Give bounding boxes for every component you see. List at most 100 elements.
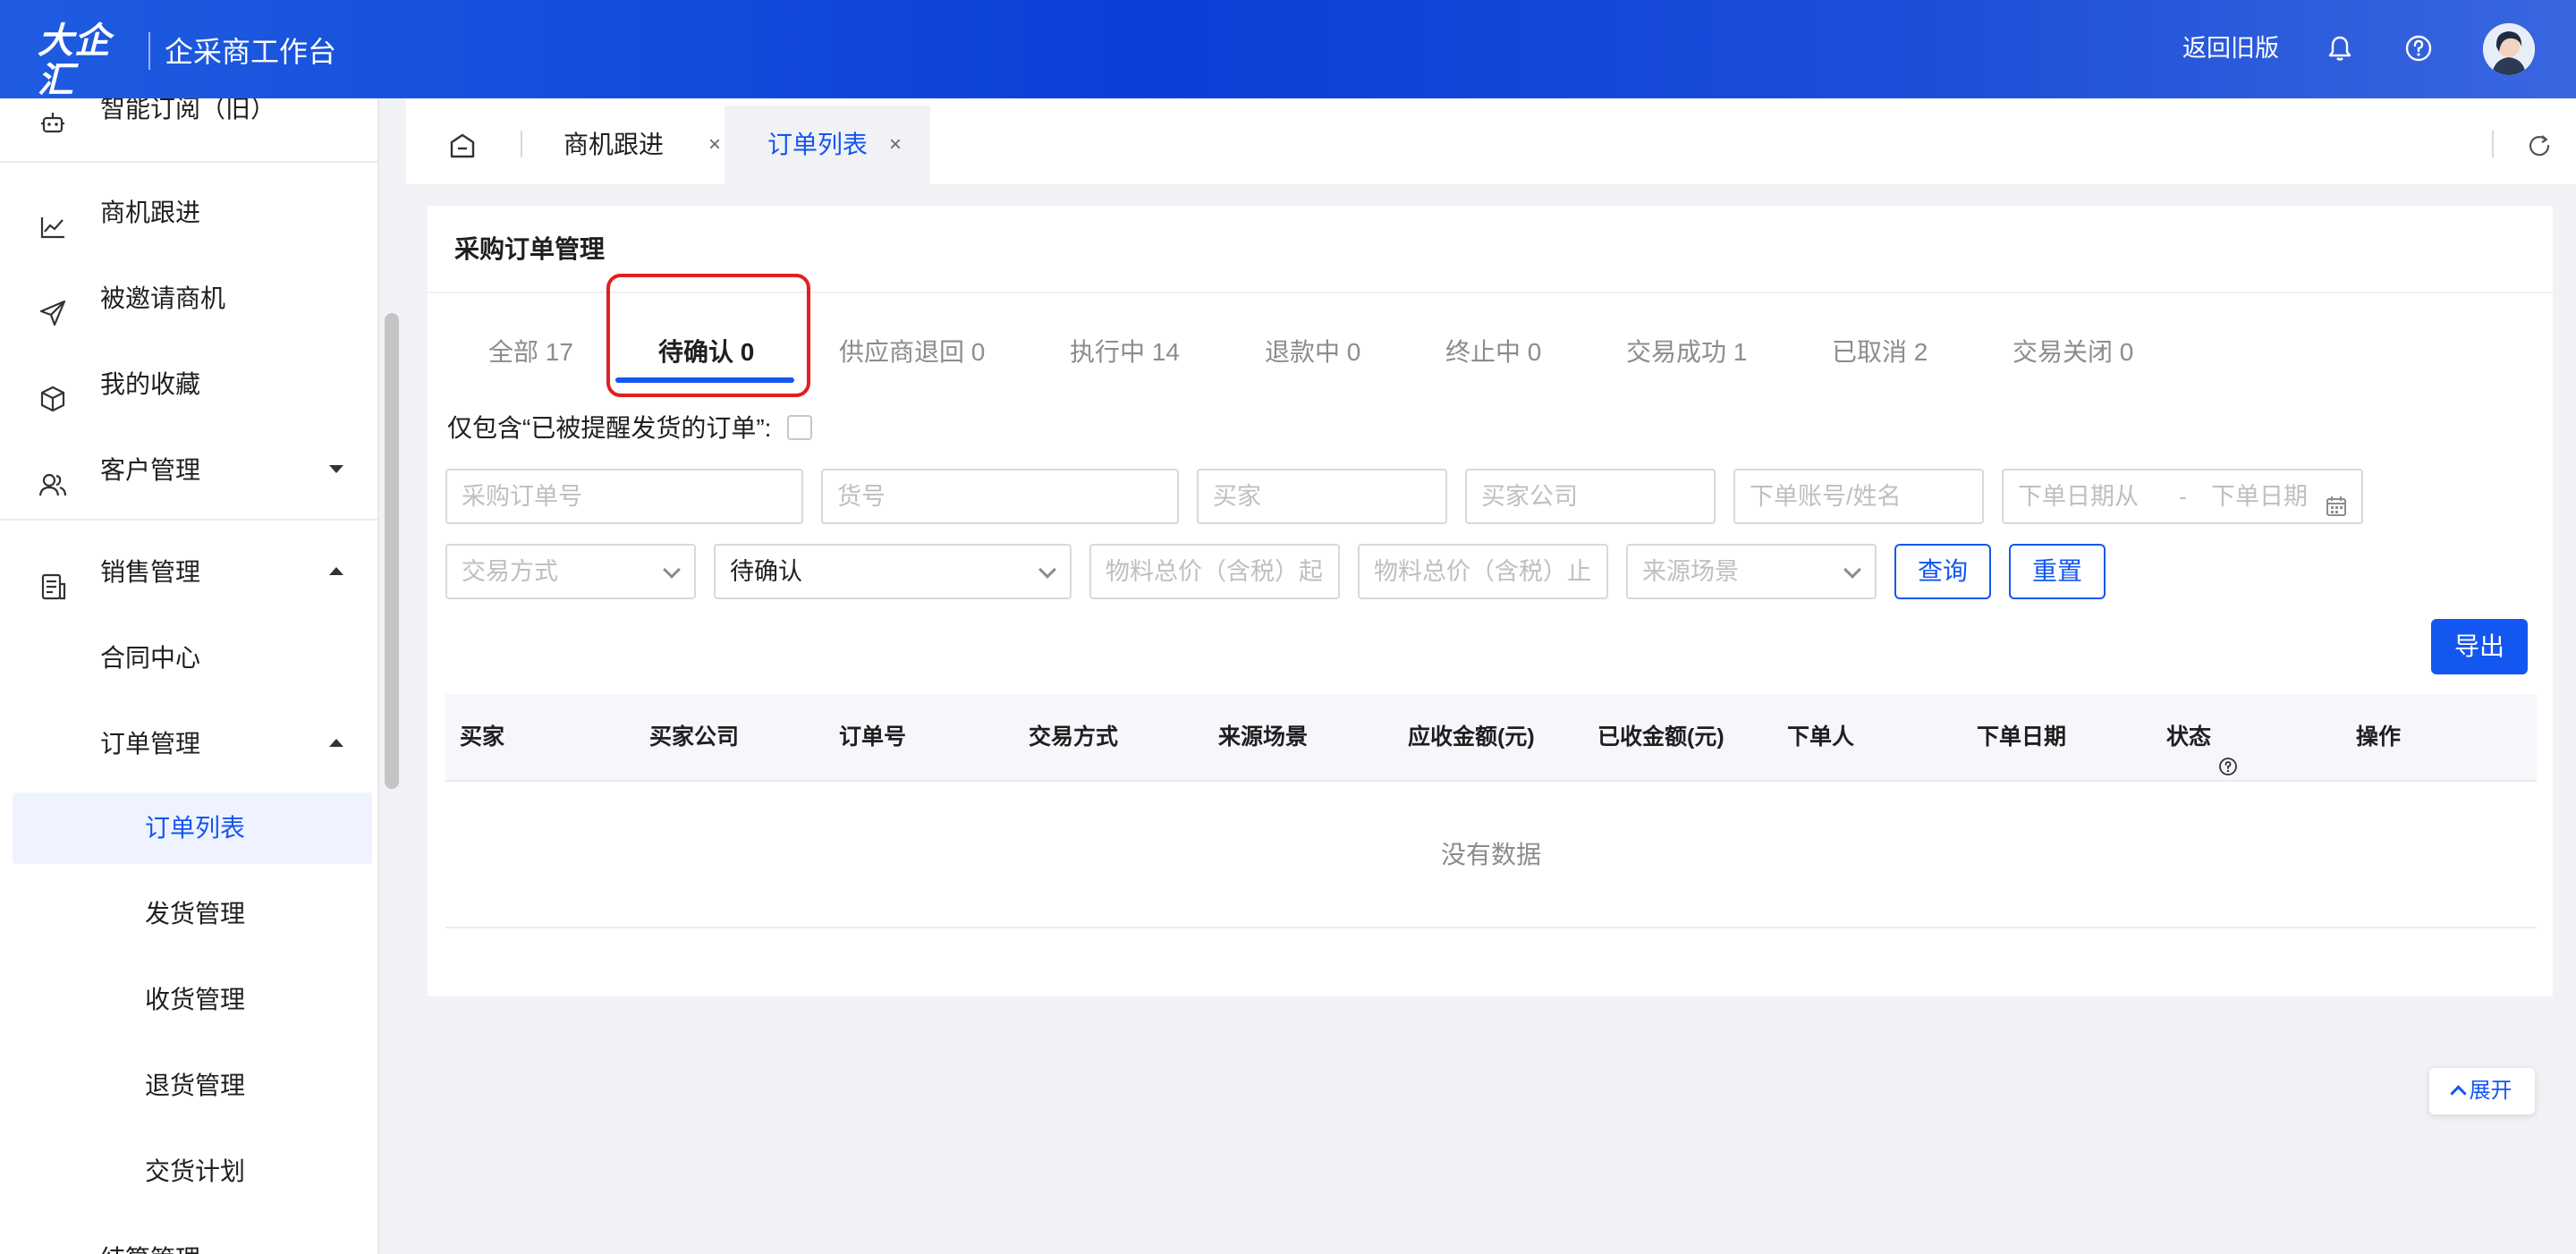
buyer-input[interactable]: 买家 [1197, 469, 1447, 524]
remind-filter-label: 仅包含“已被提醒发货的订单”: [447, 414, 772, 442]
help-icon[interactable] [2402, 32, 2435, 64]
sidebar-scrollbar[interactable] [385, 313, 399, 789]
page-title: 采购订单管理 [454, 235, 606, 263]
user-avatar[interactable] [2483, 23, 2535, 75]
reset-button[interactable]: 重置 [2009, 544, 2106, 599]
tab-order-list[interactable]: 订单列表 × [724, 106, 930, 184]
sidebar-item-settlement-management[interactable]: 结算管理 [0, 1224, 367, 1254]
tab-divider [2492, 131, 2494, 157]
trade-method-placeholder: 交易方式 [462, 558, 558, 585]
sidebar-item-label: 客户管理 [100, 456, 201, 484]
top-header: 大企汇 daqihui.com 企采商工作台 返回旧版 [0, 0, 2576, 114]
sidebar-item-label: 交货计划 [145, 1157, 246, 1185]
sidebar-item-label: 我的收藏 [100, 370, 201, 398]
sidebar-item-label: 退货管理 [145, 1072, 246, 1099]
column-header-buyer: 买家 [460, 724, 505, 750]
sidebar-item-return-management[interactable]: 退货管理 [0, 1050, 367, 1122]
sidebar-item-label: 商机跟进 [100, 199, 201, 226]
status-tab-cancelled[interactable]: 已取消 2 [1832, 317, 1928, 388]
back-to-old-version-link[interactable]: 返回旧版 [2182, 30, 2279, 66]
order-status-value: 待确认 [730, 558, 802, 585]
status-tab-success[interactable]: 交易成功 1 [1626, 317, 1747, 388]
sidebar-item-label: 收货管理 [145, 986, 246, 1013]
column-header-trade-method: 交易方式 [1029, 724, 1119, 750]
sidebar-item-contract-center[interactable]: 合同中心 [0, 623, 367, 694]
sidebar-item-label: 被邀请商机 [100, 284, 226, 312]
close-icon[interactable]: × [889, 106, 902, 184]
date-to-placeholder: 下单日期 [2211, 483, 2308, 510]
column-header-actions: 操作 [2356, 724, 2402, 750]
home-icon[interactable] [447, 131, 478, 161]
bell-icon[interactable] [2324, 32, 2356, 64]
sidebar-item-delivery-plan[interactable]: 交货计划 [0, 1136, 367, 1207]
buyer-company-input[interactable]: 买家公司 [1465, 469, 1716, 524]
column-header-orderer: 下单人 [1787, 724, 1855, 750]
users-icon [38, 456, 68, 496]
table-header: 买家 买家公司 订单号 交易方式 来源场景 应收金额(元) 已收金额(元) 下单… [445, 694, 2537, 782]
tab-opportunity-follow[interactable]: 商机跟进 × [564, 106, 742, 184]
column-header-received-amount: 已收金额(元) [1597, 724, 1724, 750]
tab-divider [521, 131, 522, 157]
logo-text: 大企汇 [38, 21, 111, 100]
source-scene-select[interactable]: 来源场景 [1626, 544, 1877, 599]
source-scene-placeholder: 来源场景 [1642, 558, 1739, 585]
calendar-icon [2324, 485, 2349, 516]
sidebar-item-sales-management[interactable]: 销售管理 [0, 537, 367, 608]
sidebar-item-order-list[interactable]: 订单列表 [13, 792, 372, 864]
sidebar-item-order-management[interactable]: 订单管理 [0, 708, 367, 780]
sidebar-divider [0, 519, 377, 521]
sidebar-item-label: 销售管理 [100, 558, 201, 586]
sidebar-item-label: 订单管理 [100, 730, 201, 758]
send-icon [38, 284, 68, 326]
chart-icon [38, 199, 68, 239]
status-tab-all[interactable]: 全部 17 [488, 317, 573, 388]
total-price-to-input[interactable]: 物料总价（含税）止 [1358, 544, 1608, 599]
column-header-order-date: 下单日期 [1977, 724, 2067, 750]
logo-divider [148, 32, 150, 70]
item-no-input[interactable]: 货号 [821, 469, 1179, 524]
column-header-status: 状态 [2166, 694, 2238, 780]
question-circle-icon[interactable] [2218, 726, 2238, 776]
document-icon [38, 558, 68, 600]
order-date-range-picker[interactable]: 下单日期从 - 下单日期 [2002, 469, 2363, 524]
chevron-down-icon [1038, 561, 1056, 579]
tab-label: 订单列表 [767, 131, 869, 158]
purchase-order-no-input[interactable]: 采购订单号 [445, 469, 803, 524]
status-tab-closed[interactable]: 交易关闭 0 [2012, 317, 2133, 388]
expand-button[interactable]: 展开 [2429, 1068, 2535, 1114]
sidebar-item-label: 发货管理 [145, 900, 246, 928]
refresh-icon[interactable] [2524, 131, 2555, 161]
chevron-up-icon [2449, 1085, 2467, 1102]
sidebar-item-receiving-management[interactable]: 收货管理 [0, 964, 367, 1036]
sidebar-item-opportunity-follow[interactable]: 商机跟进 [0, 177, 367, 249]
date-from-placeholder: 下单日期从 [2018, 483, 2139, 510]
sidebar-item-shipping-management[interactable]: 发货管理 [0, 878, 367, 950]
chevron-up-icon [329, 567, 343, 575]
close-icon[interactable]: × [708, 106, 721, 184]
sidebar-item-label: 结算管理 [100, 1224, 200, 1254]
total-price-from-input[interactable]: 物料总价（含税）起 [1089, 544, 1340, 599]
status-tab-terminating[interactable]: 终止中 0 [1445, 317, 1541, 388]
trade-method-select[interactable]: 交易方式 [445, 544, 696, 599]
expand-label: 展开 [2469, 1079, 2512, 1103]
highlight-annotation-box [606, 274, 810, 397]
status-tab-supplier-returned[interactable]: 供应商退回 0 [839, 317, 985, 388]
query-button[interactable]: 查询 [1894, 544, 1991, 599]
sidebar-item-invited-opportunity[interactable]: 被邀请商机 [0, 263, 367, 335]
sidebar-item-label: 合同中心 [100, 644, 201, 672]
sidebar-item-favorites[interactable]: 我的收藏 [0, 349, 367, 420]
remind-shipped-checkbox[interactable] [787, 415, 812, 440]
export-button[interactable]: 导出 [2431, 619, 2528, 674]
status-tab-in-progress[interactable]: 执行中 14 [1070, 317, 1180, 388]
order-status-select[interactable]: 待确认 [714, 544, 1072, 599]
brand-logo[interactable]: 大企汇 daqihui.com [38, 21, 136, 114]
column-header-source-scene: 来源场景 [1218, 724, 1309, 750]
status-tab-refunding[interactable]: 退款中 0 [1265, 317, 1360, 388]
sidebar-item-customer-management[interactable]: 客户管理 [0, 435, 367, 506]
chevron-up-icon [329, 739, 343, 747]
chevron-down-icon [329, 465, 343, 473]
table-empty-state: 没有数据 [445, 782, 2537, 928]
order-account-input[interactable]: 下单账号/姓名 [1733, 469, 1984, 524]
cube-icon [38, 370, 68, 412]
logo-domain: daqihui.com [39, 100, 107, 114]
